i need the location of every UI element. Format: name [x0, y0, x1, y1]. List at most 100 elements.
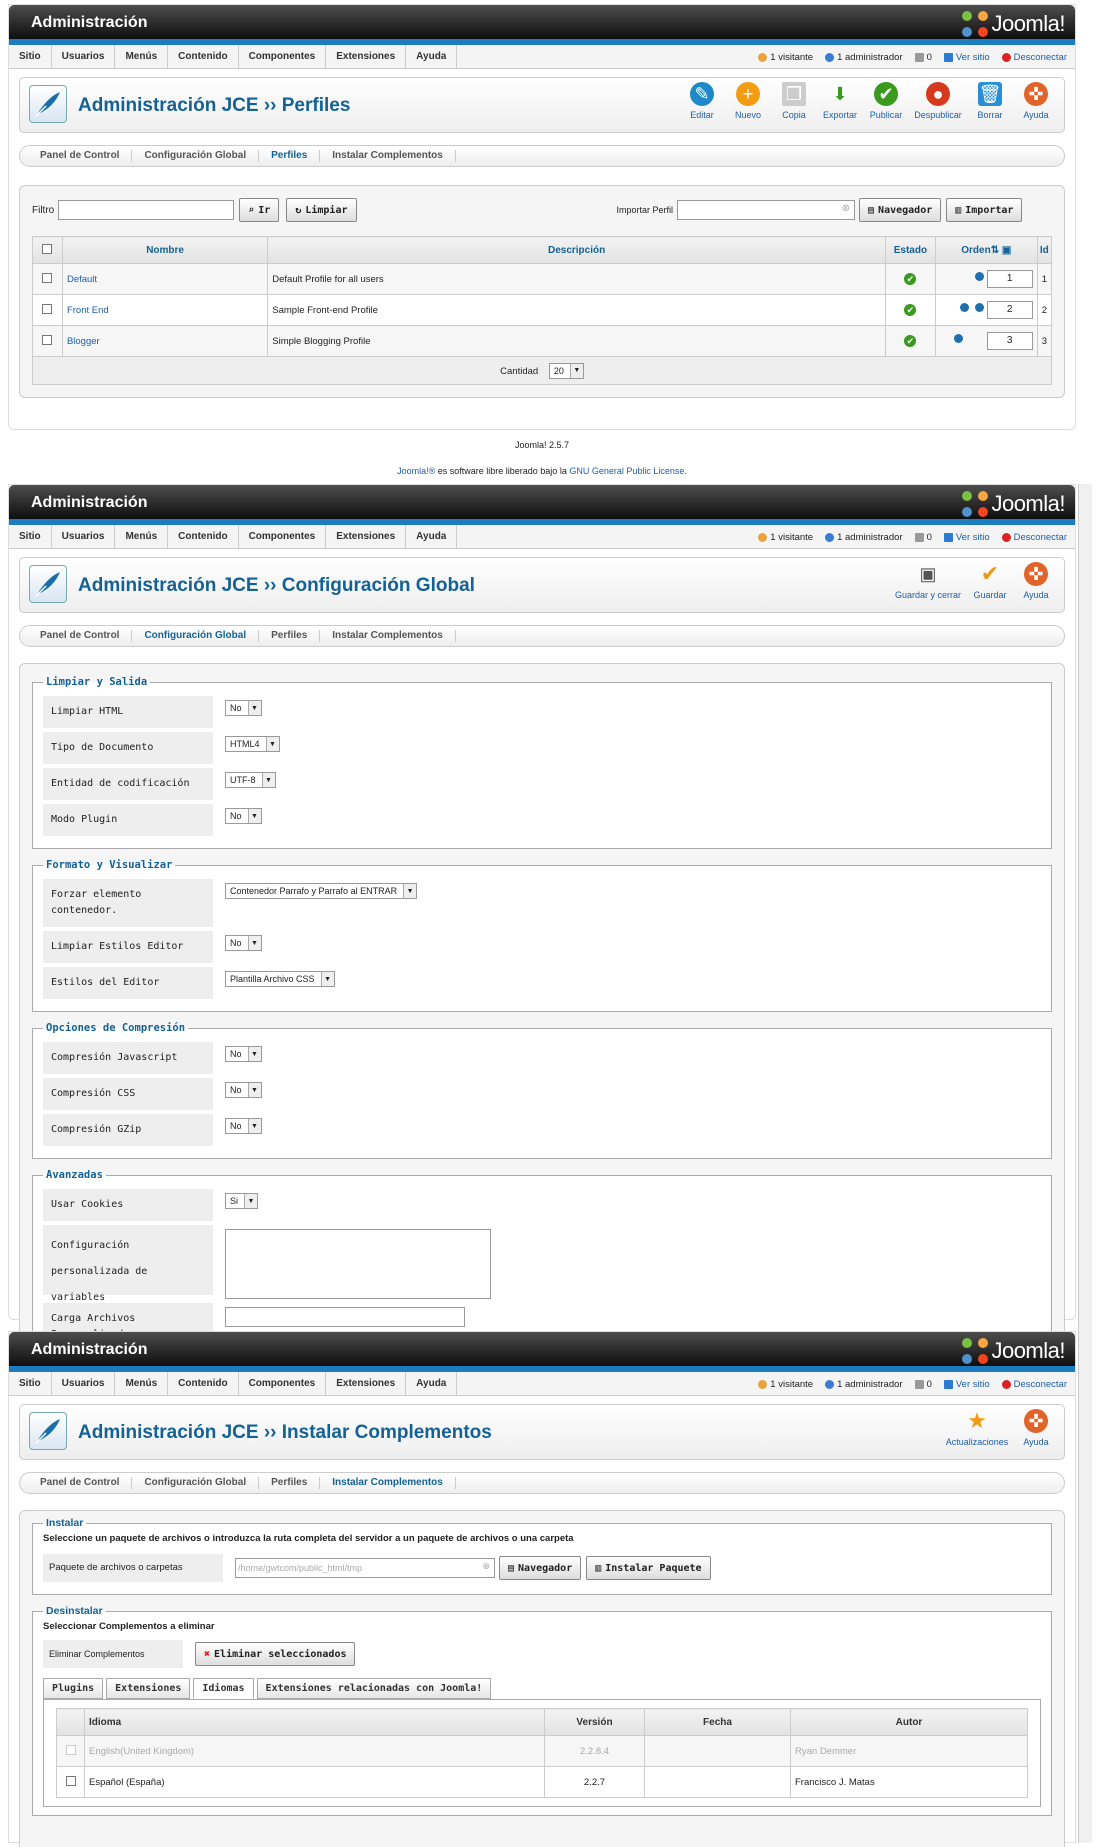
menu-extensiones[interactable]: Extensiones — [326, 524, 407, 549]
unpublish-button[interactable]: ● Despublicar — [910, 82, 966, 120]
plugin-mode-select[interactable]: No ▼ — [225, 808, 262, 824]
clear-button[interactable]: ↻ Limpiar — [286, 198, 357, 222]
clear-icon[interactable]: ⊗ — [842, 203, 850, 214]
js-compress-select[interactable]: No ▼ — [225, 1046, 262, 1062]
save-button[interactable]: ✔ Guardar — [968, 561, 1012, 600]
menu-extensiones[interactable]: Extensiones — [326, 44, 407, 69]
messages-status[interactable]: 0 — [914, 532, 932, 543]
col-state[interactable]: Estado — [884, 236, 936, 264]
export-button[interactable]: ⬇ Exportar — [818, 82, 862, 121]
subnav-control-panel[interactable]: Panel de Control — [28, 150, 133, 162]
logout-link[interactable]: Desconectar — [1001, 52, 1067, 63]
joomla-link[interactable]: Joomla!® — [397, 466, 435, 476]
published-icon[interactable]: ✔ — [904, 335, 917, 347]
help-button[interactable]: ✜ Ayuda — [1014, 82, 1058, 120]
row-checkbox[interactable] — [65, 1775, 76, 1786]
clean-html-select[interactable]: No ▼ — [225, 700, 262, 716]
import-button[interactable]: ▥ Importar — [946, 198, 1023, 222]
gzip-compress-select[interactable]: No ▼ — [225, 1118, 262, 1134]
filter-input[interactable] — [58, 200, 235, 220]
browse-button[interactable]: ▤ Navegador — [859, 198, 942, 222]
delete-button[interactable]: 🗑 Borrar — [968, 82, 1012, 120]
published-icon[interactable]: ✔ — [904, 273, 917, 285]
col-id[interactable]: Id — [1036, 236, 1053, 264]
menu-usuarios[interactable]: Usuarios — [52, 44, 116, 69]
move-down-icon[interactable] — [974, 303, 984, 312]
move-up-icon[interactable] — [959, 303, 969, 312]
remove-selected-button[interactable]: ✖ Eliminar seleccionados — [195, 1642, 356, 1666]
qty-select[interactable]: 20 ▼ — [548, 362, 584, 379]
col-name[interactable]: Nombre — [61, 236, 269, 264]
menu-sitio[interactable]: Sitio — [9, 44, 52, 69]
view-site-link[interactable]: Ver sitio — [943, 1379, 990, 1390]
help-button[interactable]: ✜ Ayuda — [1014, 1409, 1058, 1447]
menu-contenido[interactable]: Contenido — [168, 524, 239, 549]
menu-menus[interactable]: Menús — [115, 44, 169, 69]
menu-usuarios[interactable]: Usuarios — [52, 524, 116, 549]
menu-extensiones[interactable]: Extensiones — [326, 1371, 407, 1396]
tab-extensions[interactable]: Extensiones — [106, 1678, 191, 1699]
copy-button[interactable]: ❐ Copia — [772, 82, 816, 120]
col-desc[interactable]: Descripción — [267, 236, 886, 264]
doctype-select[interactable]: HTML4 ▼ — [225, 736, 280, 752]
updates-button[interactable]: ★ Actualizaciones — [942, 1408, 1012, 1447]
row-checkbox[interactable] — [42, 272, 53, 283]
subnav-global-config[interactable]: Configuración Global — [132, 150, 260, 162]
order-input[interactable]: 1 — [986, 270, 1033, 288]
browse-button[interactable]: ▤ Navegador — [499, 1556, 582, 1580]
subnav-global-config[interactable]: Configuración Global — [132, 1477, 260, 1489]
sort-icon[interactable]: ⇅ — [991, 245, 999, 256]
custom-files-input[interactable] — [225, 1307, 465, 1327]
publish-button[interactable]: ✔ Publicar — [864, 82, 908, 120]
container-select[interactable]: Contenedor Parrafo y Parrafo al ENTRAR ▼ — [225, 883, 418, 899]
install-package-button[interactable]: ▥ Instalar Paquete — [586, 1556, 711, 1580]
order-input[interactable]: 3 — [986, 332, 1033, 350]
messages-status[interactable]: 0 — [914, 1379, 932, 1390]
scrollbar[interactable] — [1078, 484, 1092, 1843]
encoding-select[interactable]: UTF-8 ▼ — [225, 772, 276, 788]
tab-languages[interactable]: Idiomas — [193, 1678, 254, 1699]
menu-componentes[interactable]: Componentes — [239, 524, 327, 549]
tab-plugins[interactable]: Plugins — [43, 1678, 104, 1699]
published-icon[interactable]: ✔ — [904, 304, 917, 316]
profile-name-link[interactable]: Front End — [61, 294, 269, 326]
profile-name-link[interactable]: Default — [61, 263, 269, 295]
logout-link[interactable]: Desconectar — [1001, 1379, 1067, 1390]
row-checkbox[interactable] — [42, 334, 53, 345]
messages-status[interactable]: 0 — [914, 52, 932, 63]
subnav-install[interactable]: Instalar Complementos — [320, 150, 456, 162]
menu-contenido[interactable]: Contenido — [168, 1371, 239, 1396]
row-checkbox[interactable] — [42, 303, 53, 314]
gpl-link[interactable]: GNU General Public License. — [569, 466, 687, 476]
menu-sitio[interactable]: Sitio — [9, 1371, 52, 1396]
clean-styles-select[interactable]: No ▼ — [225, 935, 262, 951]
menu-ayuda[interactable]: Ayuda — [406, 44, 458, 69]
save-order-icon[interactable]: ▣ — [1002, 245, 1011, 256]
menu-ayuda[interactable]: Ayuda — [406, 524, 458, 549]
subnav-profiles[interactable]: Perfiles — [259, 1477, 321, 1489]
go-button[interactable]: ⌕ Ir — [239, 198, 280, 222]
move-up-icon[interactable] — [953, 334, 963, 343]
menu-ayuda[interactable]: Ayuda — [406, 1371, 458, 1396]
edit-button[interactable]: ✎ Editar — [680, 82, 724, 120]
new-button[interactable]: + Nuevo — [726, 82, 770, 120]
menu-menus[interactable]: Menús — [115, 1371, 169, 1396]
menu-contenido[interactable]: Contenido — [168, 44, 239, 69]
import-file-input[interactable]: ⊗ — [677, 200, 856, 220]
subnav-profiles[interactable]: Perfiles — [259, 630, 321, 642]
subnav-install[interactable]: Instalar Complementos — [320, 630, 456, 642]
menu-usuarios[interactable]: Usuarios — [52, 1371, 116, 1396]
menu-sitio[interactable]: Sitio — [9, 524, 52, 549]
profile-name-link[interactable]: Blogger — [61, 325, 269, 357]
clear-icon[interactable]: ⊗ — [482, 1561, 490, 1572]
menu-componentes[interactable]: Componentes — [239, 1371, 327, 1396]
editor-styles-select[interactable]: Plantilla Archivo CSS ▼ — [225, 971, 335, 987]
subnav-control-panel[interactable]: Panel de Control — [28, 630, 133, 642]
order-input[interactable]: 2 — [986, 301, 1033, 319]
select-all-checkbox[interactable] — [42, 243, 53, 254]
menu-componentes[interactable]: Componentes — [239, 44, 327, 69]
help-button[interactable]: ✜ Ayuda — [1014, 562, 1058, 600]
view-site-link[interactable]: Ver sitio — [943, 532, 990, 543]
col-order[interactable]: Orden⇅ ▣ — [934, 236, 1038, 264]
logout-link[interactable]: Desconectar — [1001, 532, 1067, 543]
